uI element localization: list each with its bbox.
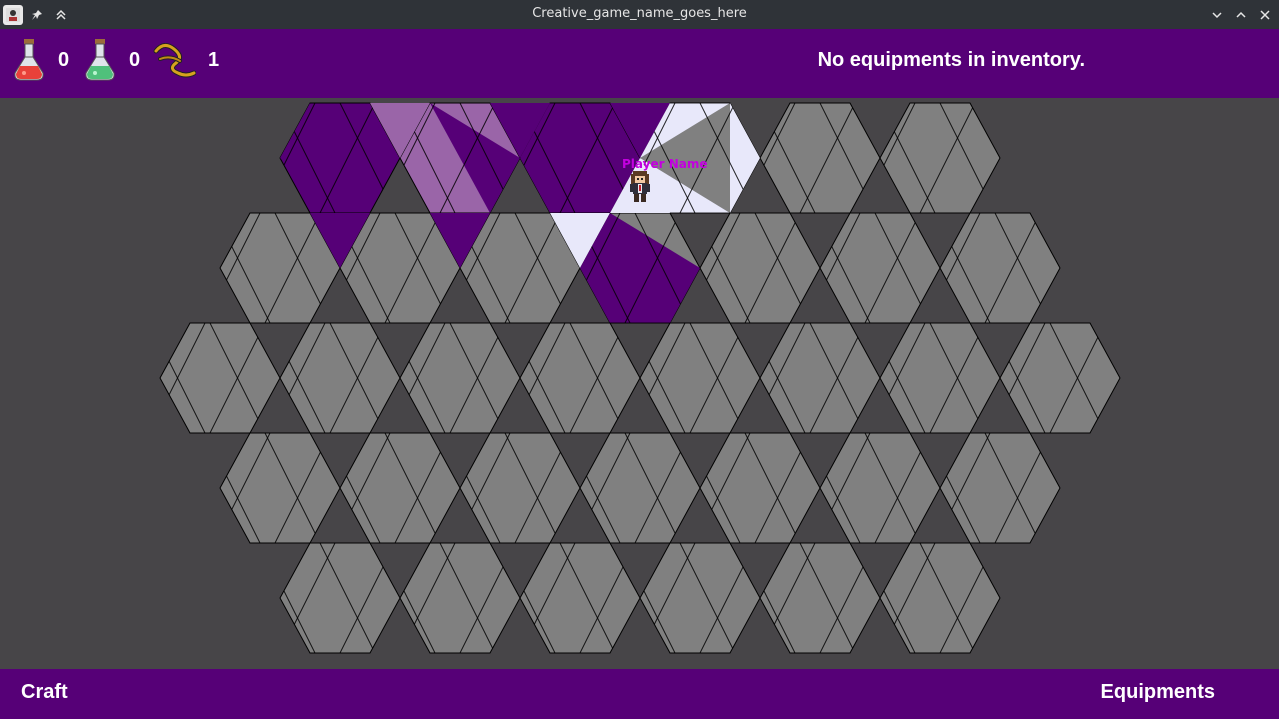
hex-tile-r3-c3[interactable] [579, 432, 701, 544]
hex-tile-r0-c4[interactable] [759, 102, 881, 214]
hex-tile-r3-c5[interactable] [819, 432, 941, 544]
equipments-button[interactable]: Equipments [1101, 681, 1215, 704]
hex-tile-r1-c5[interactable] [819, 212, 941, 324]
inventory-status: No equipments in inventory. [817, 49, 1085, 71]
hex-tile-r3-c2[interactable] [459, 432, 581, 544]
hex-tile-r4-c4[interactable] [759, 542, 881, 654]
tile-highlight-current [730, 103, 760, 213]
hex-tile-r3-c4[interactable] [699, 432, 821, 544]
hex-tile-r1-c6[interactable] [939, 212, 1061, 324]
resource-bar: 0 0 1 No equipments in inventory. [0, 29, 1279, 98]
rope-icon [153, 43, 196, 78]
hex-tile-r1-c4[interactable] [699, 212, 821, 324]
rope-count: 1 [208, 48, 220, 71]
window-titlebar: Creative_game_name_goes_here [0, 0, 1279, 29]
red-potion-icon [14, 39, 44, 81]
hex-tile-r4-c5[interactable] [879, 542, 1001, 654]
hex-tile-r4-c2[interactable] [519, 542, 641, 654]
player-character [630, 171, 650, 202]
action-bar: Craft Equipments [0, 669, 1279, 719]
window-title: Creative_game_name_goes_here [532, 6, 747, 21]
close-icon[interactable] [1255, 5, 1275, 25]
craft-button[interactable]: Craft [21, 681, 68, 704]
red-potion-count: 0 [58, 48, 70, 71]
hex-tile-r0-c5[interactable] [879, 102, 1001, 214]
green-potion-count: 0 [129, 48, 141, 71]
red-potion-counter: 0 [12, 35, 69, 85]
tile-highlight-visited [580, 268, 700, 323]
maximize-icon[interactable] [1231, 5, 1251, 25]
green-potion-icon [85, 39, 115, 81]
hex-tile-r4-c0[interactable] [279, 542, 401, 654]
minimize-icon[interactable] [1207, 5, 1227, 25]
rope-counter: 1 [150, 35, 219, 85]
green-potion-counter: 0 [83, 35, 140, 85]
hex-tile-r3-c1[interactable] [339, 432, 461, 544]
hex-tile-r3-c0[interactable] [219, 432, 341, 544]
hex-tile-r3-c6[interactable] [939, 432, 1061, 544]
hex-tile-r4-c1[interactable] [399, 542, 521, 654]
hex-tile-r4-c3[interactable] [639, 542, 761, 654]
player-name: Player Name [622, 157, 708, 171]
